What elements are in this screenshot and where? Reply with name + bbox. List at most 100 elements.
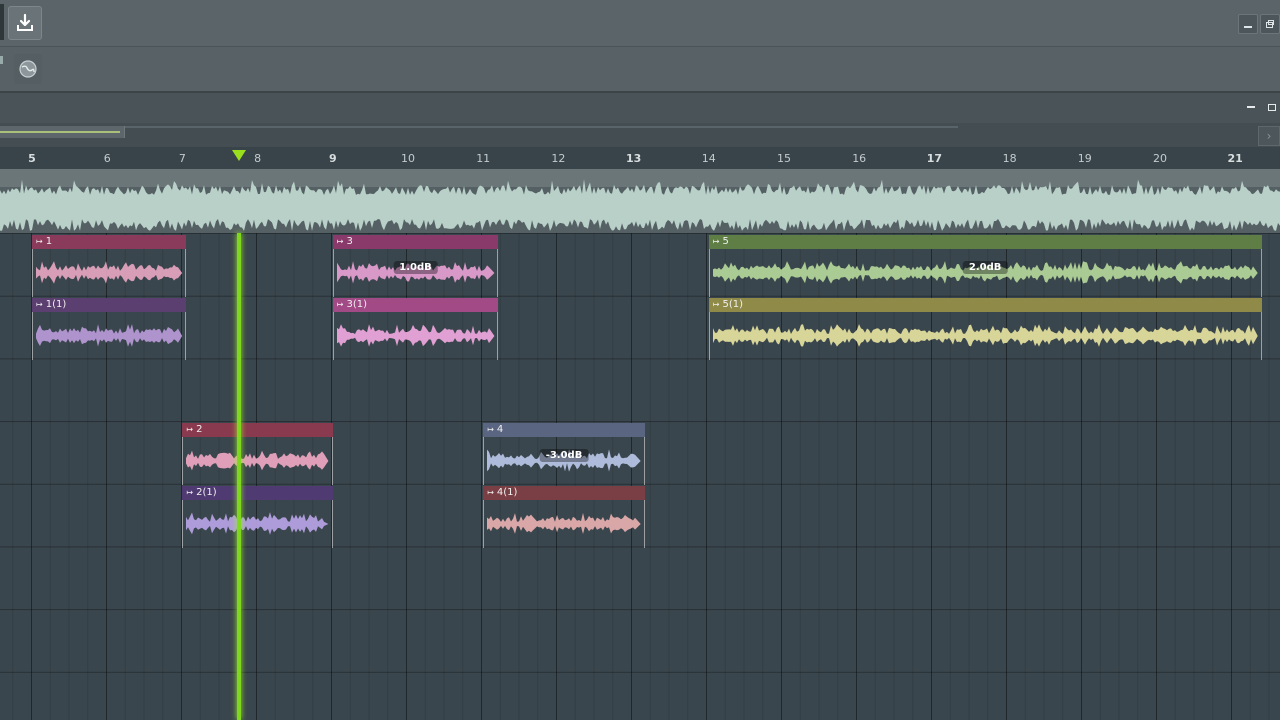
playlist-restore-button[interactable] — [1265, 100, 1279, 114]
clip-label: 1(1) — [45, 298, 67, 310]
ruler-label: 19 — [1077, 152, 1092, 165]
playhead-marker[interactable] — [231, 150, 246, 161]
audio-clip[interactable]: ↦ 4(1) — [483, 485, 645, 548]
clip-right-edge[interactable] — [1260, 249, 1262, 297]
minimize-icon — [1247, 106, 1255, 108]
clip-right-edge[interactable] — [643, 499, 645, 548]
top-toolbar — [0, 0, 1280, 47]
clip-header[interactable]: ↦ 3 — [332, 235, 499, 249]
clip-header[interactable]: ↦ 1(1) — [32, 297, 187, 312]
clip-header[interactable]: ↦ 3(1) — [332, 297, 499, 312]
clip-waveform-area — [32, 312, 186, 360]
clip-header[interactable]: ↦ 2(1) — [182, 485, 333, 500]
clip-name: ↦ 4 — [487, 423, 503, 437]
clip-name: ↦ 3 — [337, 235, 353, 249]
clip-right-edge[interactable] — [185, 311, 187, 360]
ruler-label: 17 — [926, 152, 943, 165]
ruler-label: 9 — [328, 152, 337, 165]
clip-name: ↦ 4(1) — [487, 486, 517, 500]
clip-left-edge[interactable] — [332, 249, 334, 297]
overview-track[interactable] — [0, 169, 1280, 233]
clip-left-edge[interactable] — [182, 437, 184, 486]
clip-header[interactable]: ↦ 1 — [32, 235, 187, 249]
clip-label: 2(1) — [196, 486, 217, 498]
clip-gain-badge: -3.0dB — [539, 449, 589, 463]
clip-menu-icon[interactable]: ↦ — [36, 237, 43, 246]
clip-left-edge[interactable] — [332, 311, 334, 360]
clip-waveform — [487, 512, 641, 534]
ruler-label: 15 — [777, 152, 791, 165]
clip-header[interactable]: ↦ 5(1) — [708, 297, 1262, 312]
clip-left-edge[interactable] — [483, 499, 485, 548]
clip-header[interactable]: ↦ 5 — [708, 235, 1262, 249]
ruler-label: 14 — [701, 152, 716, 165]
clip-waveform-shape — [336, 323, 495, 347]
overview-waveform-shape — [0, 179, 1280, 231]
secondary-toolbar — [0, 47, 1280, 93]
clip-menu-icon[interactable]: ↦ — [337, 237, 344, 246]
audio-clip[interactable]: ↦ 2(1) — [182, 485, 333, 548]
clip-name: ↦ 1(1) — [36, 298, 66, 312]
playlist-minimize-button[interactable] — [1244, 100, 1258, 114]
clip-left-edge[interactable] — [32, 311, 33, 360]
clip-right-edge[interactable] — [185, 249, 187, 297]
audio-clip[interactable]: ↦ 5 2.0dB — [708, 235, 1262, 297]
clip-right-edge[interactable] — [1260, 311, 1262, 360]
scroll-right-button[interactable]: › — [1258, 126, 1280, 146]
clip-menu-icon[interactable]: ↦ — [186, 425, 193, 434]
restore-icon — [1266, 20, 1274, 28]
clip-left-edge[interactable] — [182, 499, 184, 548]
clip-waveform — [186, 450, 329, 471]
playhead-line — [236, 233, 241, 720]
clip-header[interactable]: ↦ 4 — [483, 423, 645, 438]
audio-clip[interactable]: ↦ 1 — [32, 235, 187, 297]
audio-clip[interactable]: ↦ 2 — [182, 423, 333, 486]
clip-waveform-shape — [186, 450, 329, 471]
ruler-label: 21 — [1227, 152, 1243, 165]
audio-clip[interactable]: ↦ 5(1) — [708, 297, 1262, 360]
globe-icon — [19, 60, 37, 78]
clip-menu-icon[interactable]: ↦ — [713, 237, 720, 246]
clip-menu-icon[interactable]: ↦ — [487, 488, 494, 497]
clip-menu-icon[interactable]: ↦ — [337, 300, 344, 309]
clip-right-edge[interactable] — [497, 311, 499, 360]
globe-button[interactable] — [14, 54, 42, 84]
download-button[interactable] — [8, 6, 42, 40]
clip-waveform — [712, 323, 1258, 347]
clip-menu-icon[interactable]: ↦ — [36, 300, 43, 309]
clip-waveform — [186, 511, 329, 535]
clip-right-edge[interactable] — [331, 499, 333, 548]
clip-left-edge[interactable] — [32, 249, 33, 297]
clip-left-edge[interactable] — [483, 437, 485, 486]
clip-label: 5 — [722, 236, 729, 247]
audio-clip[interactable]: ↦ 4 -3.0dB — [483, 423, 645, 486]
audio-clip[interactable]: ↦ 1(1) — [32, 297, 187, 360]
audio-clip[interactable]: ↦ 3 1.0dB — [332, 235, 499, 297]
clip-waveform-area — [182, 437, 332, 485]
minimize-button[interactable] — [1238, 14, 1258, 34]
ruler-label: 10 — [401, 152, 415, 165]
clip-label: 4(1) — [496, 486, 518, 498]
clip-header[interactable]: ↦ 2 — [182, 423, 333, 438]
playlist-header — [0, 93, 1280, 123]
clip-header[interactable]: ↦ 4(1) — [483, 485, 645, 500]
ruler-label: 13 — [625, 152, 642, 165]
scroll-track — [124, 126, 958, 128]
clip-name: ↦ 1 — [36, 235, 52, 249]
clip-name: ↦ 2 — [186, 423, 202, 437]
clip-right-edge[interactable] — [331, 437, 333, 486]
clip-menu-icon[interactable]: ↦ — [186, 488, 193, 497]
clip-name: ↦ 2(1) — [186, 486, 216, 500]
clip-left-edge[interactable] — [708, 311, 710, 360]
toolbar-edge — [0, 4, 4, 40]
audio-clip[interactable]: ↦ 3(1) — [332, 297, 499, 360]
restore-button[interactable] — [1260, 14, 1280, 34]
clip-right-edge[interactable] — [643, 437, 645, 486]
clip-menu-icon[interactable]: ↦ — [713, 300, 720, 309]
clip-waveform-shape — [186, 511, 329, 535]
clip-name: ↦ 5(1) — [713, 298, 743, 312]
clip-right-edge[interactable] — [497, 249, 499, 297]
ruler-label: 6 — [103, 152, 111, 165]
clip-menu-icon[interactable]: ↦ — [487, 425, 494, 434]
clip-left-edge[interactable] — [708, 249, 710, 297]
